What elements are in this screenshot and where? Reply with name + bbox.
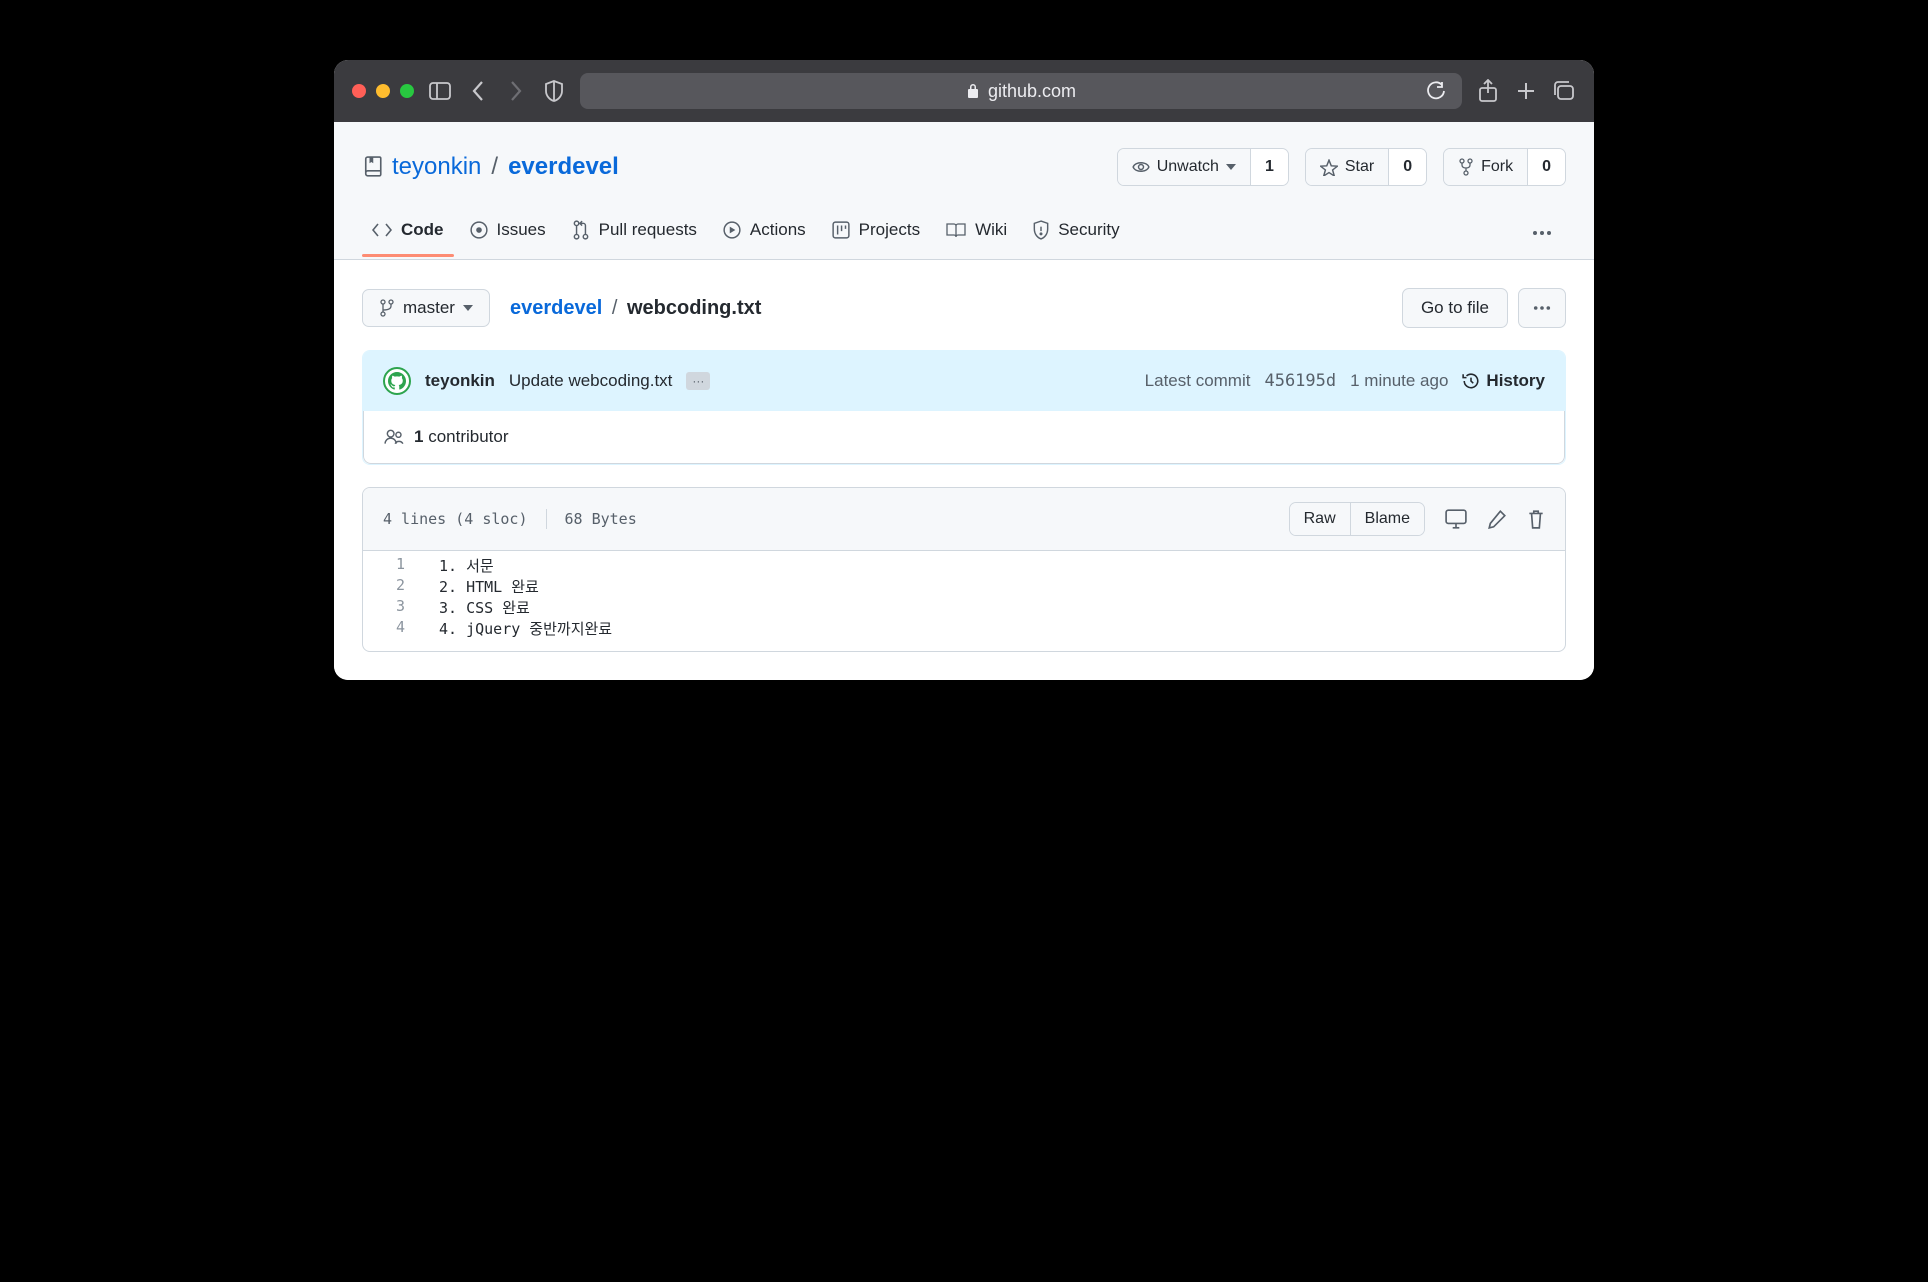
code-line: 33. CSS 완료: [363, 597, 1565, 618]
code-line: 44. jQuery 중반까지완료: [363, 618, 1565, 639]
line-content: 3. CSS 완료: [425, 597, 530, 618]
repo-owner-link[interactable]: teyonkin: [392, 153, 481, 181]
line-number[interactable]: 4: [363, 618, 425, 639]
tab-issues[interactable]: Issues: [460, 208, 556, 258]
close-window-button[interactable]: [352, 84, 366, 98]
new-tab-icon[interactable]: [1514, 79, 1538, 103]
commit-author[interactable]: teyonkin: [425, 371, 495, 391]
address-bar[interactable]: github.com: [580, 73, 1462, 109]
minimize-window-button[interactable]: [376, 84, 390, 98]
fork-button[interactable]: Fork: [1444, 149, 1527, 185]
shield-icon[interactable]: [542, 79, 566, 103]
file-toolbar: master everdevel / webcoding.txt Go to f…: [362, 288, 1566, 328]
file-view: master everdevel / webcoding.txt Go to f…: [334, 259, 1594, 680]
goto-file-button[interactable]: Go to file: [1402, 288, 1508, 328]
code-line: 11. 서문: [363, 555, 1565, 576]
commit-box: teyonkin Update webcoding.txt ··· Latest…: [362, 350, 1566, 465]
tab-security[interactable]: Security: [1023, 208, 1129, 258]
watch-widget: Unwatch 1: [1117, 148, 1289, 186]
raw-button[interactable]: Raw: [1290, 503, 1350, 535]
latest-commit-row: teyonkin Update webcoding.txt ··· Latest…: [363, 351, 1565, 411]
reload-icon[interactable]: [1426, 81, 1446, 101]
blob-header: 4 lines (4 sloc) 68 Bytes Raw Blame: [363, 488, 1565, 551]
share-icon[interactable]: [1476, 79, 1500, 103]
file-more-button[interactable]: [1518, 288, 1566, 328]
blob-view-mode: Raw Blame: [1289, 502, 1425, 536]
trash-icon[interactable]: [1527, 509, 1545, 529]
unwatch-button[interactable]: Unwatch: [1118, 149, 1250, 185]
repo-tabs: Code Issues Pull requests Actions Projec…: [362, 208, 1566, 258]
blob-code: 11. 서문22. HTML 완료33. CSS 완료44. jQuery 중반…: [363, 551, 1565, 651]
repo-header: teyonkin / everdevel Unwatch 1: [334, 122, 1594, 259]
commit-time: 1 minute ago: [1350, 371, 1448, 391]
browser-window: github.com teyonkin / everde: [334, 60, 1594, 680]
tab-wiki[interactable]: Wiki: [936, 208, 1017, 258]
repo-icon: [362, 156, 382, 178]
commit-message[interactable]: Update webcoding.txt: [509, 371, 673, 391]
browser-toolbar: github.com: [334, 60, 1594, 122]
author-avatar[interactable]: [383, 367, 411, 395]
eye-icon: [1132, 160, 1150, 174]
tabs-overflow-button[interactable]: [1518, 220, 1566, 246]
commit-ellipsis-button[interactable]: ···: [686, 372, 710, 390]
breadcrumb-file: webcoding.txt: [627, 297, 761, 319]
contributors-row: 1 contributor: [363, 411, 1565, 464]
lock-icon: [966, 83, 980, 99]
edit-icon[interactable]: [1487, 509, 1507, 529]
fork-count[interactable]: 0: [1527, 149, 1565, 185]
page-content: teyonkin / everdevel Unwatch 1: [334, 122, 1594, 680]
line-number[interactable]: 2: [363, 576, 425, 597]
traffic-lights: [352, 84, 414, 98]
breadcrumb: everdevel / webcoding.txt: [510, 297, 761, 320]
line-number[interactable]: 3: [363, 597, 425, 618]
forward-button[interactable]: [504, 79, 528, 103]
fork-widget: Fork 0: [1443, 148, 1566, 186]
blame-button[interactable]: Blame: [1350, 503, 1424, 535]
history-button[interactable]: History: [1462, 371, 1545, 391]
blob-view: 4 lines (4 sloc) 68 Bytes Raw Blame: [362, 487, 1566, 652]
tab-code[interactable]: Code: [362, 208, 454, 258]
star-widget: Star 0: [1305, 148, 1427, 186]
back-button[interactable]: [466, 79, 490, 103]
repo-title: teyonkin / everdevel: [362, 153, 619, 181]
code-line: 22. HTML 완료: [363, 576, 1565, 597]
contributor-count: 1: [414, 427, 423, 446]
line-content: 1. 서문: [425, 555, 494, 576]
line-number[interactable]: 1: [363, 555, 425, 576]
star-icon: [1320, 159, 1338, 176]
star-count[interactable]: 0: [1388, 149, 1426, 185]
tabs-overview-icon[interactable]: [1552, 79, 1576, 103]
breadcrumb-root[interactable]: everdevel: [510, 297, 602, 319]
branch-selector[interactable]: master: [362, 289, 490, 327]
star-button[interactable]: Star: [1306, 149, 1388, 185]
tab-projects[interactable]: Projects: [822, 208, 930, 258]
blob-line-stats: 4 lines (4 sloc): [383, 510, 528, 528]
tab-actions[interactable]: Actions: [713, 208, 816, 258]
zoom-window-button[interactable]: [400, 84, 414, 98]
watch-count[interactable]: 1: [1250, 149, 1288, 185]
latest-commit-label: Latest commit: [1145, 371, 1251, 391]
commit-sha[interactable]: 456195d: [1264, 371, 1336, 391]
blob-size: 68 Bytes: [565, 510, 637, 528]
address-bar-host: github.com: [988, 81, 1076, 102]
caret-down-icon: [1226, 164, 1236, 170]
line-content: 2. HTML 완료: [425, 576, 539, 597]
fork-icon: [1458, 158, 1474, 176]
repo-name-link[interactable]: everdevel: [508, 153, 619, 181]
line-content: 4. jQuery 중반까지완료: [425, 618, 612, 639]
desktop-icon[interactable]: [1445, 509, 1467, 529]
tab-pulls[interactable]: Pull requests: [562, 208, 707, 258]
sidebar-toggle-icon[interactable]: [428, 79, 452, 103]
